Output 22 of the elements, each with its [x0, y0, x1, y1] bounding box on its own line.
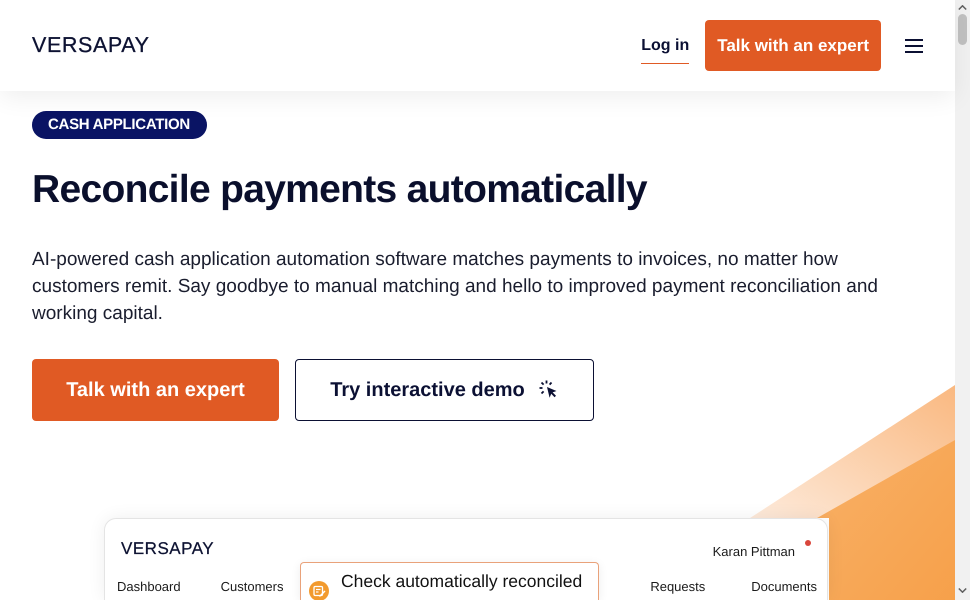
user-name: Karan Pittman [712, 544, 795, 558]
notification-dot-icon [805, 540, 811, 546]
dashboard-nav-item[interactable]: Documents [751, 577, 817, 597]
scroll-down-icon[interactable] [958, 588, 967, 593]
scroll-up-icon[interactable] [958, 5, 967, 10]
logo[interactable]: VERSAPAY [32, 33, 150, 58]
hero-title: Reconcile payments automatically [32, 168, 647, 212]
dashboard-nav-item[interactable]: Customers [220, 577, 284, 597]
dashboard-logo: VERSAPAY [121, 539, 214, 559]
interactive-demo-button[interactable]: Try interactive demo [295, 359, 594, 421]
notification-text: Check automatically reconciled [341, 570, 582, 593]
hero-description: AI-powered cash application automation software matches payments to invoices, no matter how customers remit. Say goodbye to manual matching and hello to improved payment reconciliation and working capital. [32, 248, 879, 326]
talk-with-expert-button[interactable]: Talk with an expert [32, 359, 279, 421]
sparkle-cursor-icon [538, 380, 559, 400]
login-link[interactable]: Log in [641, 31, 690, 64]
category-badge: CASH APPLICATION [32, 111, 207, 139]
talk-with-expert-button[interactable]: Talk with an expert [705, 20, 881, 71]
scrollbar-thumb[interactable] [958, 14, 967, 45]
dashboard-nav-item[interactable]: Requests [650, 577, 706, 597]
scrollbar[interactable] [955, 0, 970, 600]
dashboard-nav-item[interactable]: Dashboard [117, 577, 181, 597]
menu-icon[interactable] [905, 38, 923, 52]
